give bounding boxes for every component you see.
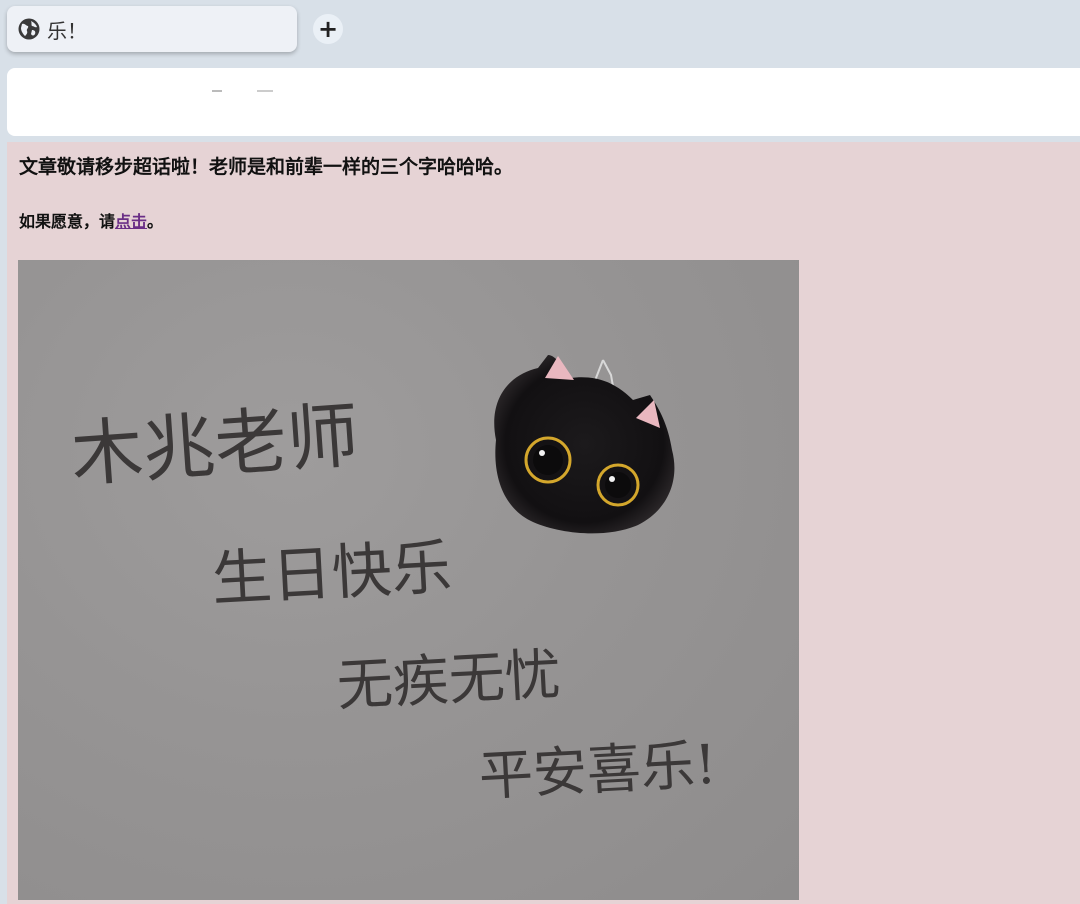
handwriting-line-4: 平安喜乐!: [477, 733, 718, 808]
photo-illustration: 木兆老师 生日快乐 无疾无忧 平安喜乐!: [68, 355, 718, 808]
cat-plush-icon: [494, 355, 675, 534]
tab-bar: 乐！ +: [0, 0, 1080, 66]
toolbar-fragment: [212, 90, 222, 92]
toolbar-fragment: [257, 90, 273, 92]
post-photo[interactable]: 木兆老师 生日快乐 无疾无忧 平安喜乐!: [18, 260, 799, 900]
line2-prefix: 如果愿意，请: [19, 212, 116, 231]
post-text-line2: 如果愿意，请点击。: [19, 208, 163, 232]
browser-tab[interactable]: 乐！: [7, 6, 297, 52]
new-tab-button[interactable]: +: [313, 14, 343, 44]
plus-icon: +: [317, 15, 339, 43]
click-link[interactable]: 点击: [115, 212, 147, 231]
handwriting-line-3: 无疾无忧: [335, 642, 562, 719]
post-content: 文章敬请移步超话啦！老师是和前辈一样的三个字哈哈哈。 如果愿意，请点击。 木兆老…: [7, 142, 1080, 904]
address-bar-area[interactable]: [7, 68, 1080, 136]
handwriting-line-1: 木兆老师: [68, 393, 361, 497]
post-text-line1: 文章敬请移步超话啦！老师是和前辈一样的三个字哈哈哈。: [19, 156, 514, 178]
line2-suffix: 。: [147, 212, 164, 231]
globe-icon: [18, 18, 40, 40]
tab-title: 乐！: [47, 18, 87, 43]
handwriting-line-2: 生日快乐: [210, 533, 453, 615]
